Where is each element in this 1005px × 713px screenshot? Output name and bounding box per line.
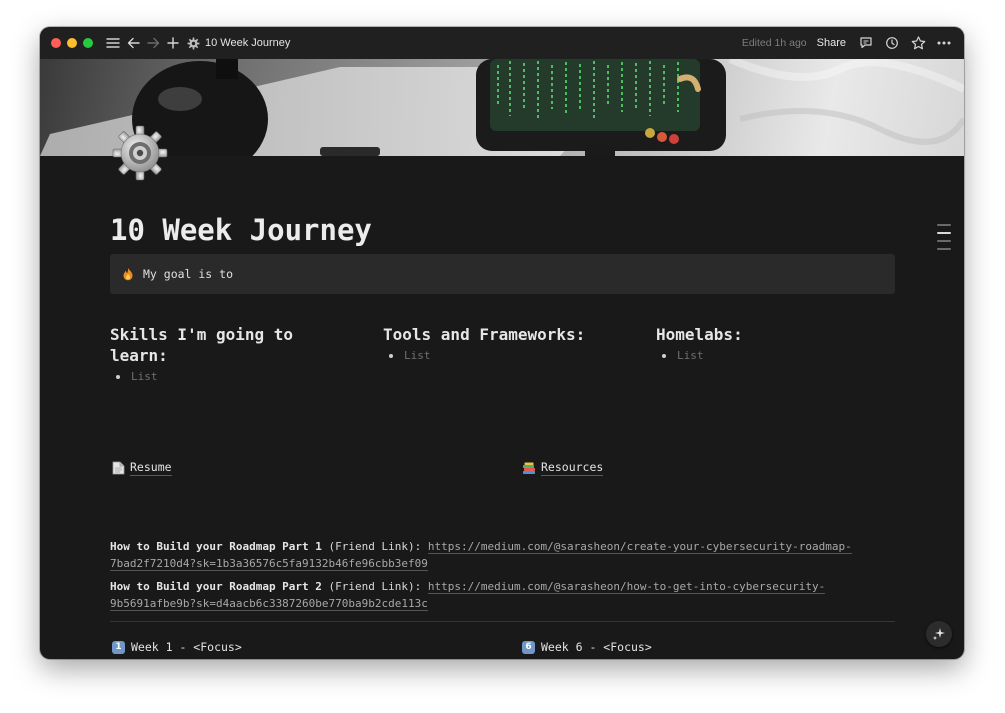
comments-icon[interactable] [856,33,876,53]
resume-page-link[interactable]: Resume [112,460,172,476]
bullet-icon [389,353,393,358]
gear-icon [187,37,200,49]
skills-column: Skills I'm going to learn: List [110,324,350,383]
roadmap-part-2[interactable]: How to Build your Roadmap Part 2 (Friend… [110,578,895,612]
resources-page-link[interactable]: Resources [522,460,604,476]
goal-callout[interactable]: My goal is to [110,254,895,294]
titlebar-actions: Edited 1h ago Share [742,33,954,53]
list-placeholder: List [677,349,704,362]
roadmap-part-1[interactable]: How to Build your Roadmap Part 1 (Friend… [110,538,895,572]
bullet-icon [662,353,666,358]
page-gear-icon[interactable] [110,123,170,183]
cover-illustration [40,59,964,156]
homelabs-column: Homelabs: List [656,324,896,362]
cover-image[interactable] [40,59,964,156]
ai-assistant-button[interactable] [926,621,952,647]
homelabs-heading[interactable]: Homelabs: [656,324,896,345]
favorite-star-icon[interactable] [908,33,928,53]
window-controls [51,38,93,48]
zoom-window-button[interactable] [83,38,93,48]
fire-icon[interactable] [121,267,135,281]
title-bar: 10 Week Journey Edited 1h ago Share [40,27,964,59]
minimize-window-button[interactable] [67,38,77,48]
tools-heading[interactable]: Tools and Frameworks: [383,324,623,345]
roadmap-part-1-title: How to Build your Roadmap Part 1 [110,540,322,553]
callout-text[interactable]: My goal is to [143,267,233,281]
outline-line[interactable] [937,240,951,242]
books-icon [523,462,535,474]
week-6-label[interactable]: Week 6 - <Focus> [541,640,652,654]
document-icon [112,461,125,475]
roadmap-part-2-paren: (Friend Link): [328,580,422,593]
new-page-plus-icon[interactable] [163,33,183,53]
keycap-one-icon: 1 [112,640,125,654]
divider [110,621,895,622]
app-window: 10 Week Journey Edited 1h ago Share 10 W… [40,27,964,659]
sparkle-icon [933,628,945,640]
breadcrumb[interactable]: 10 Week Journey [187,37,290,50]
bullet-icon [116,374,120,379]
back-arrow-icon[interactable] [123,33,143,53]
homelabs-list-item[interactable]: List [662,349,896,362]
page-outline-indicator[interactable] [937,224,951,256]
tools-column: Tools and Frameworks: List [383,324,623,362]
resume-link-label[interactable]: Resume [130,460,172,476]
week-1-label[interactable]: Week 1 - <Focus> [131,640,242,654]
roadmap-part-1-paren: (Friend Link): [328,540,422,553]
more-options-icon[interactable] [934,33,954,53]
share-button[interactable]: Share [817,37,846,49]
history-clock-icon[interactable] [882,33,902,53]
resources-link-label[interactable]: Resources [541,460,604,476]
outline-line-active[interactable] [937,232,951,234]
week-1-toggle[interactable]: 1 Week 1 - <Focus> [112,640,242,654]
sidebar-menu-icon[interactable] [103,33,123,53]
forward-arrow-icon[interactable] [143,33,163,53]
outline-line[interactable] [937,224,951,226]
list-placeholder: List [404,349,431,362]
list-placeholder: List [131,370,158,383]
edited-timestamp: Edited 1h ago [741,37,807,49]
roadmap-part-2-title: How to Build your Roadmap Part 2 [110,580,322,593]
skills-heading[interactable]: Skills I'm going to learn: [110,324,350,366]
skills-list-item[interactable]: List [116,370,350,383]
keycap-six-icon: 6 [522,640,535,654]
breadcrumb-page-title: 10 Week Journey [205,37,291,49]
outline-line[interactable] [937,248,951,250]
tools-list-item[interactable]: List [389,349,623,362]
page-title[interactable]: 10 Week Journey [110,213,372,247]
week-6-toggle[interactable]: 6 Week 6 - <Focus> [522,640,652,654]
close-window-button[interactable] [51,38,61,48]
